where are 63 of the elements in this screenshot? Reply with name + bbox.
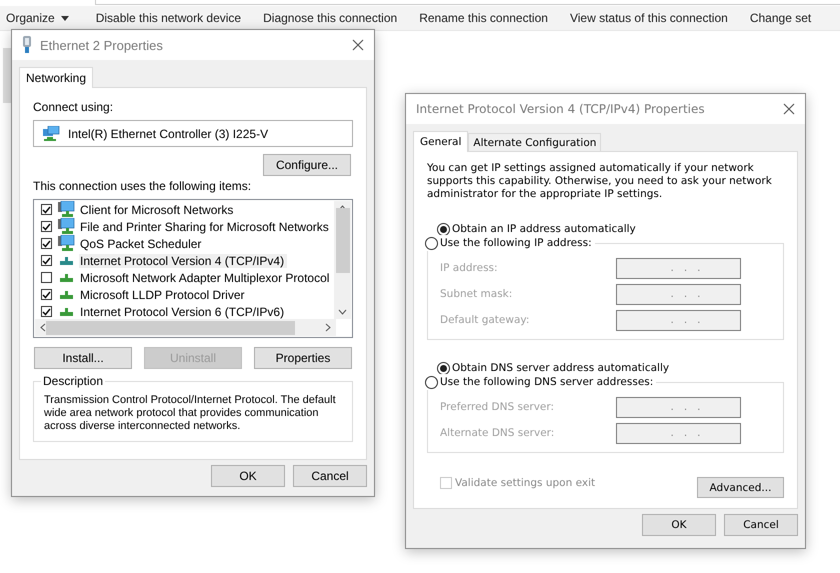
- window-title: Ethernet 2 Properties: [40, 38, 164, 52]
- toolbar-button[interactable]: View status of this connection: [558, 11, 739, 25]
- dialog-button[interactable]: OK: [211, 465, 285, 487]
- network-connector-icon: [60, 290, 73, 298]
- close-icon[interactable]: [783, 103, 795, 115]
- dialog-button[interactable]: OK: [642, 514, 716, 536]
- item-action-button[interactable]: Install...: [34, 347, 132, 369]
- toolbar-button[interactable]: Organize: [0, 11, 85, 25]
- scroll-right-icon[interactable]: [325, 323, 332, 332]
- connect-using-label: Connect using:: [33, 100, 114, 114]
- advanced-button[interactable]: Advanced...: [697, 477, 784, 498]
- list-item[interactable]: Microsoft Network Adapter Multiplexor Protocol: [79, 270, 332, 284]
- tab[interactable]: Alternate Configuration: [468, 133, 602, 151]
- vertical-scrollbar[interactable]: [334, 201, 351, 319]
- checkbox[interactable]: [41, 221, 52, 232]
- item-action-button[interactable]: Properties: [254, 347, 352, 369]
- field-label: Default gateway:: [440, 314, 530, 326]
- network-connector-icon: [60, 274, 73, 282]
- window-title: Internet Protocol Version 4 (TCP/IPv4) Properties: [416, 102, 706, 116]
- checkbox[interactable]: [41, 238, 52, 249]
- caret-icon: [60, 16, 69, 20]
- items-label: This connection uses the following items:: [33, 179, 252, 193]
- dialog-button[interactable]: Cancel: [724, 514, 798, 536]
- checkbox[interactable]: [41, 204, 52, 215]
- list-item[interactable]: File and Printer Sharing for Microsoft Networks: [79, 220, 332, 234]
- horizontal-scrollbar[interactable]: [35, 319, 336, 336]
- radio-option[interactable]: Use the following DNS server addresses:: [425, 374, 656, 390]
- description-text: Transmission Control Protocol/Internet Protocol. The default wide area network protocol that provides communication across diverse interconnected networks.: [44, 394, 337, 433]
- network-connector-icon: [60, 308, 73, 316]
- toolbar-button[interactable]: Change set: [738, 11, 822, 25]
- configure-button[interactable]: Configure...: [263, 154, 351, 176]
- checkbox[interactable]: [41, 289, 52, 300]
- network-computer-icon: [58, 218, 75, 235]
- scroll-left-icon[interactable]: [40, 323, 46, 332]
- network-computers-icon: [42, 126, 60, 142]
- checkbox[interactable]: [41, 255, 52, 266]
- group-title: Description: [41, 374, 106, 388]
- adapter-name: Intel(R) Ethernet Controller (3) I225-V: [68, 126, 268, 140]
- checkbox[interactable]: [41, 272, 52, 283]
- scroll-down-icon[interactable]: [338, 309, 347, 315]
- field-label: Preferred DNS server:: [440, 401, 554, 413]
- radio-option[interactable]: Use the following IP address:: [425, 235, 595, 251]
- close-icon[interactable]: [352, 39, 364, 51]
- intro-text: You can get IP settings assigned automatically if your network supports this capability. Otherwise, you need to ask your network administrator for the appropriate IP settings.: [427, 162, 773, 201]
- field-label: Alternate DNS server:: [440, 427, 554, 439]
- network-connector-icon: [60, 256, 73, 264]
- field-label: IP address:: [440, 262, 498, 274]
- field-label: Subnet mask:: [440, 288, 512, 300]
- toolbar-button[interactable]: Diagnose this connection: [252, 11, 408, 25]
- list-item[interactable]: Internet Protocol Version 6 (TCP/IPv6): [79, 304, 288, 318]
- network-adapter-icon: [22, 36, 32, 54]
- list-item[interactable]: Microsoft LLDP Protocol Driver: [79, 288, 248, 302]
- list-item[interactable]: Internet Protocol Version 4 (TCP/IPv4): [79, 254, 288, 268]
- toolbar-button[interactable]: Disable this network device: [84, 11, 252, 25]
- toolbar-button[interactable]: Rename this connection: [408, 11, 559, 25]
- network-computer-icon: [58, 235, 75, 252]
- network-computer-icon: [58, 201, 75, 218]
- tab[interactable]: Networking: [19, 67, 94, 88]
- dialog-button[interactable]: Cancel: [293, 465, 367, 487]
- tab[interactable]: General: [413, 131, 468, 152]
- list-item[interactable]: Client for Microsoft Networks: [79, 202, 236, 216]
- list-item[interactable]: QoS Packet Scheduler: [79, 236, 204, 250]
- checkbox[interactable]: [41, 306, 52, 317]
